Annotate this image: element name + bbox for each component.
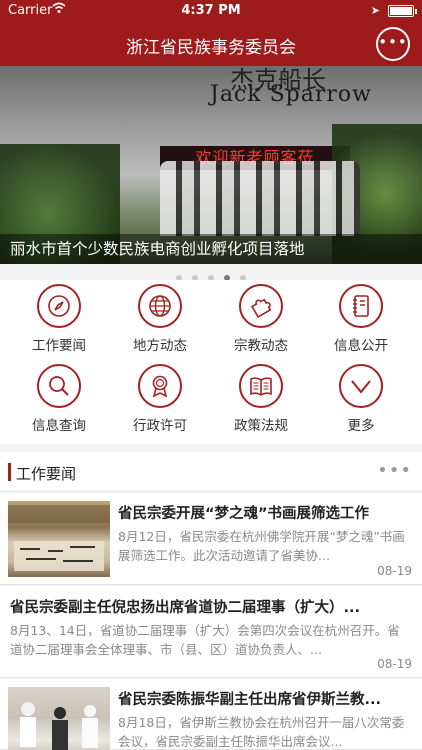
grid-label: 信息查询 (32, 418, 86, 434)
more-menu-button[interactable]: ••• (376, 27, 410, 61)
grid-label: 宗教动态 (234, 338, 288, 354)
news-title: 省民宗委副主任倪忠扬出席省道协二届理事（扩大）... (10, 600, 361, 616)
news-thumbnail (8, 687, 110, 750)
news-summary: 8月13、14日，省道协二届理事（扩大）会第四次会议在杭州召开。省道协二届理事会… (10, 623, 400, 657)
grid-label: 行政许可 (133, 418, 187, 434)
banner-carousel[interactable]: 杰克船长 Jack Sparrow 欢迎新老顾客莅 丽水市首个少数民族电商创业孵… (0, 66, 422, 264)
banner-sign: Jack Sparrow (210, 82, 372, 107)
grid-item-religion-news[interactable]: 宗教动态 (211, 284, 311, 364)
section-header: 工作要闻 ••• (0, 452, 422, 492)
grid-item-policy-law[interactable]: 政策法规 (211, 364, 311, 444)
grid-item-info-search[interactable]: 信息查询 (9, 364, 109, 444)
grid-label: 政策法规 (234, 418, 288, 434)
news-summary: 8月12日，省民宗委在杭州佛学院开展“梦之魂”书画展筛选工作。此次活动邀请了省美… (118, 529, 405, 563)
news-title: 省民宗委陈振华副主任出席省伊斯兰教... (118, 692, 382, 708)
news-summary: 8月18日，省伊斯兰教协会在杭州召开一届八次常委会议，省民宗委副主任陈振华出席会… (118, 715, 405, 749)
grid-item-local-news[interactable]: 地方动态 (110, 284, 210, 364)
section-accent-bar (8, 463, 11, 481)
news-item[interactable]: 省民宗委开展“梦之魂”书画展筛选工作 8月12日，省民宗委在杭州佛学院开展“梦之… (0, 493, 422, 585)
news-item[interactable]: 省民宗委副主任倪忠扬出席省道协二届理事（扩大）... 8月13、14日，省道协二… (0, 586, 422, 678)
award-icon (138, 364, 182, 408)
location-arrow-icon: ➤ (370, 4, 380, 17)
search-icon (37, 364, 81, 408)
carousel-dots (0, 266, 422, 281)
chevron-down-icon (339, 364, 383, 408)
compass-icon (37, 284, 81, 328)
news-item[interactable]: 省民宗委陈振华副主任出席省伊斯兰教... 8月18日，省伊斯兰教协会在杭州召开一… (0, 679, 422, 750)
status-time: 4:37 PM (181, 3, 241, 18)
news-date: 08-19 (377, 657, 412, 671)
grid-label: 地方动态 (133, 338, 187, 354)
grid-item-admin-license[interactable]: 行政许可 (110, 364, 210, 444)
section-more-button[interactable]: ••• (377, 460, 412, 481)
nav-bar: Carrier 4:37 PM ➤ 浙江省民族事务委员会 ••• (0, 0, 422, 66)
banner-people (160, 161, 360, 236)
grid-item-work-news[interactable]: 工作要闻 (9, 284, 109, 364)
grid-label: 工作要闻 (32, 338, 86, 354)
book-icon (239, 364, 283, 408)
notebook-icon (339, 284, 383, 328)
grid-item-info-disclosure[interactable]: 信息公开 (311, 284, 411, 364)
news-thumbnail (8, 501, 110, 577)
grid-label: 更多 (347, 418, 375, 434)
page-title: 浙江省民族事务委员会 (126, 38, 296, 58)
banner-caption[interactable]: 丽水市首个少数民族电商创业孵化项目落地 (0, 234, 422, 264)
section-title: 工作要闻 (16, 465, 77, 483)
feature-grid: 工作要闻 地方动态 宗教动态 信息公开 信息查询 行政许可 政策法规 更多 (0, 280, 422, 444)
news-title: 省民宗委开展“梦之魂”书画展筛选工作 (118, 506, 370, 522)
status-bar: Carrier 4:37 PM ➤ (0, 0, 422, 22)
grid-item-more[interactable]: 更多 (311, 364, 411, 444)
puzzle-icon (239, 284, 283, 328)
news-date: 08-19 (377, 564, 412, 578)
grid-label: 信息公开 (334, 338, 388, 354)
battery-icon (388, 5, 417, 17)
globe-icon (138, 284, 182, 328)
